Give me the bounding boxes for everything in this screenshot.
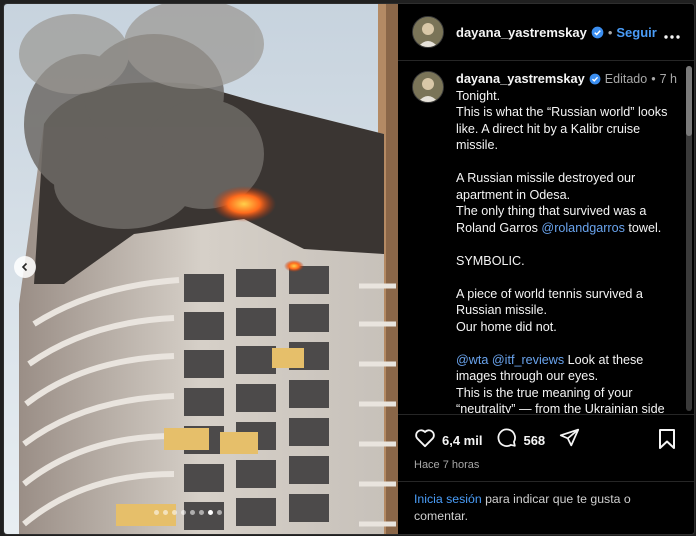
caption-text: Tonight. This is what the “Russian world”… — [456, 88, 684, 414]
caption-line: apartment in Odesa. — [456, 187, 684, 204]
caption-body: dayana_yastremskay Editado • 7 h Tonight… — [456, 71, 684, 413]
caption-line-text: A Russian missile destroyed our — [456, 171, 636, 185]
caption-scrollbar[interactable] — [686, 66, 692, 411]
caption-line — [456, 236, 684, 253]
save-button[interactable] — [658, 429, 676, 454]
caption-line: SYMBOLIC. — [456, 253, 684, 270]
caption-line-text: The only thing that survived was a — [456, 204, 647, 218]
caption-line: A Russian missile destroyed our — [456, 170, 684, 187]
caption-line — [456, 154, 684, 171]
caption-line: “neutrality” — from the Ukrainian side — [456, 401, 684, 413]
mention-link[interactable]: @rolandgarros — [541, 221, 625, 235]
caption-line-text: like. A direct hit by a Kalibr cruise — [456, 121, 641, 136]
caption-line: This is what the “Russian world” looks — [456, 104, 684, 121]
carousel-dot — [199, 510, 204, 515]
carousel-indicator — [154, 510, 222, 515]
caption-line: Tonight. — [456, 88, 684, 105]
verified-badge-icon — [591, 26, 604, 39]
username-link[interactable]: dayana_yastremskay — [456, 25, 587, 40]
follow-button[interactable]: Seguir — [616, 25, 656, 40]
caption-line-text: missile. — [456, 138, 498, 152]
scrollbar-thumb[interactable] — [686, 66, 692, 136]
carousel-dot — [181, 510, 186, 515]
post-timestamp: Hace 7 horas — [414, 459, 480, 471]
caption-line: @wta @itf_reviews Look at these — [456, 352, 684, 369]
caption-line: missile. — [456, 137, 684, 154]
carousel-dot — [217, 510, 222, 515]
avatar[interactable] — [412, 71, 444, 103]
comments-count[interactable]: 568 — [523, 433, 545, 448]
action-row: 6,4 mil 568 — [414, 427, 580, 453]
caption-line-text: A piece of world tennis survived a — [456, 286, 643, 301]
caption-line-text: Roland Garros — [456, 220, 542, 235]
more-options-button[interactable] — [664, 26, 680, 44]
caption-line: The only thing that survived was a — [456, 203, 684, 220]
separator-dot: • — [651, 72, 656, 86]
caption-line-text: Our home did not. — [456, 319, 557, 334]
login-prompt-text: Inicia sesión para indicar que te gusta … — [414, 491, 654, 525]
chevron-left-icon — [21, 262, 28, 272]
login-link[interactable]: Inicia sesión — [414, 492, 482, 506]
caption-line-text: Look at these — [564, 352, 644, 367]
post-header: dayana_yastremskay • Seguir — [398, 4, 694, 61]
avatar[interactable] — [412, 16, 444, 48]
caption-line-text: Tonight. — [456, 88, 501, 103]
share-button[interactable] — [559, 427, 580, 453]
comment-icon — [498, 428, 517, 447]
caption-line-text: Russian missile. — [456, 303, 547, 317]
post-modal: dayana_yastremskay • Seguir dayana_yastr… — [3, 3, 695, 535]
caption-line: Our home did not. — [456, 319, 684, 336]
caption-line: Russian missile. — [456, 302, 684, 319]
post-actions: 6,4 mil 568 Hace 7 horas — [398, 414, 694, 481]
carousel-dot — [154, 510, 159, 515]
carousel-dot — [163, 510, 168, 515]
caption-line: images through our eyes. — [456, 368, 684, 385]
carousel-dot — [190, 510, 195, 515]
edited-label: Editado — [604, 72, 648, 86]
comment-button[interactable] — [496, 427, 517, 453]
heart-icon — [415, 428, 435, 447]
verified-badge-icon — [589, 73, 601, 85]
separator-dot: • — [607, 24, 613, 40]
user-avatar-image — [413, 17, 443, 47]
post-time: 7 h — [659, 72, 677, 86]
caption-line-text: images through our eyes. — [456, 369, 599, 383]
carousel-dot — [172, 510, 177, 515]
post-photo[interactable] — [4, 4, 398, 534]
caption-scroll-area[interactable]: dayana_yastremskay Editado • 7 h Tonight… — [398, 61, 688, 413]
caption-line-text: towel. — [624, 220, 662, 235]
caption-line — [456, 335, 684, 352]
more-horizontal-icon — [664, 35, 680, 39]
caption-username[interactable]: dayana_yastremskay — [456, 71, 585, 88]
caption-line: A piece of world tennis survived a — [456, 286, 684, 303]
post-side-panel: dayana_yastremskay • Seguir dayana_yastr… — [398, 4, 694, 534]
caption-line — [456, 269, 684, 286]
login-prompt: Inicia sesión para indicar que te gusta … — [398, 481, 694, 534]
caption-line-text: This is what the “Russian world” looks — [456, 105, 668, 119]
burning-building-image — [4, 4, 398, 534]
carousel-dot — [208, 510, 213, 515]
caption-line-text: This is the true meaning of your — [456, 385, 633, 400]
mention-link[interactable]: @wta @itf_reviews — [456, 353, 564, 367]
caption: dayana_yastremskay Editado • 7 h Tonight… — [412, 71, 684, 413]
user-avatar-image — [413, 72, 443, 102]
share-icon — [560, 428, 580, 447]
bookmark-icon — [659, 429, 675, 449]
carousel-prev-button[interactable] — [14, 256, 36, 278]
caption-line: like. A direct hit by a Kalibr cruise — [456, 121, 684, 138]
caption-line-text: “neutrality” — from the Ukrainian side — [456, 402, 665, 413]
caption-line-text: apartment in Odesa. — [456, 187, 571, 202]
caption-line-text: SYMBOLIC. — [456, 253, 525, 268]
caption-header: dayana_yastremskay Editado • 7 h — [456, 71, 684, 88]
likes-count[interactable]: 6,4 mil — [442, 433, 482, 448]
caption-line: This is the true meaning of your — [456, 385, 684, 402]
caption-line: Roland Garros @rolandgarros towel. — [456, 220, 684, 237]
like-button[interactable] — [414, 428, 436, 453]
